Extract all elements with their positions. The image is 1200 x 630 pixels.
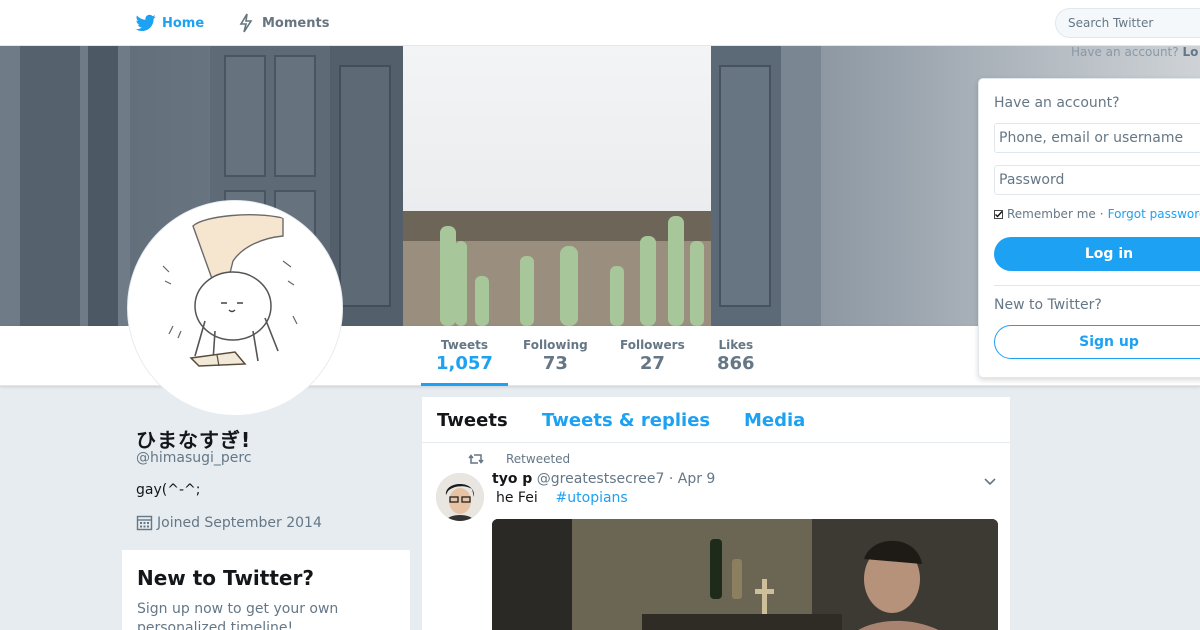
remember-separator: · (1099, 207, 1104, 221)
stat-tweets-label: Tweets (440, 338, 489, 352)
tweet-text: he Fei #utopians (496, 490, 628, 506)
nav-home[interactable]: Home (136, 12, 204, 34)
login-divider (994, 285, 1200, 286)
tweet-hashtag[interactable]: #utopians (556, 490, 628, 506)
password-field[interactable]: Password (994, 165, 1200, 195)
profile-name: ひまなすぎ! (136, 428, 252, 452)
profile-avatar[interactable] (128, 201, 342, 415)
stat-followers[interactable]: Followers 27 (620, 338, 685, 374)
username-field[interactable]: Phone, email or username (994, 123, 1200, 153)
tab-tweets-replies[interactable]: Tweets & replies (542, 410, 710, 431)
profile-joined: Joined September 2014 (136, 514, 322, 531)
profile-bio: gay(^-^; (136, 482, 201, 498)
stat-following-label: Following (523, 338, 588, 352)
remember-label[interactable]: Remember me (1007, 207, 1096, 221)
stat-tweets[interactable]: Tweets 1,057 (436, 338, 493, 374)
tweet-author-handle[interactable]: @greatestsecree7 (537, 471, 665, 487)
have-account-link[interactable]: Have an account? Lo (1071, 45, 1198, 59)
new-to-twitter-prompt: New to Twitter? (994, 297, 1102, 313)
signup-promo-text: Sign up now to get your own personalized… (137, 601, 339, 630)
tab-media[interactable]: Media (744, 410, 805, 431)
nav-moments-label: Moments (262, 15, 330, 31)
signup-button[interactable]: Sign up (994, 325, 1200, 359)
timeline-tabs: Tweets Tweets & replies Media (422, 397, 1010, 443)
forgot-password-link[interactable]: Forgot password? (1108, 207, 1200, 221)
login-dropdown: Have an account? Phone, email or usernam… (978, 78, 1200, 378)
login-button[interactable]: Log in (994, 237, 1200, 271)
active-tab-indicator (421, 383, 508, 386)
remember-checkbox[interactable] (994, 209, 1003, 219)
signup-promo-title: New to Twitter? (137, 566, 314, 590)
profile-handle[interactable]: @himasugi_perc (136, 450, 252, 466)
twitter-bird-icon (136, 13, 156, 33)
chevron-down-icon[interactable] (982, 473, 998, 489)
top-navigation-bar: Home Moments Search Twitter (0, 0, 1200, 46)
stat-likes[interactable]: Likes 866 (717, 338, 755, 374)
tweet-header: tyo p @greatestsecree7 · Apr 9 (492, 471, 715, 487)
retweet-context: Retweeted (468, 451, 570, 467)
tweet-author-avatar[interactable] (436, 473, 484, 521)
timeline: Tweets Tweets & replies Media Retweeted … (422, 397, 1010, 630)
lightning-icon (236, 13, 256, 33)
signup-promo-card: New to Twitter? Sign up now to get your … (122, 550, 410, 630)
stat-likes-value: 866 (717, 353, 755, 374)
tweet-body: he Fei (496, 490, 538, 506)
login-link-text[interactable]: Lo (1182, 45, 1198, 59)
retweeted-label: Retweeted (506, 452, 571, 466)
stat-followers-value: 27 (639, 353, 665, 374)
login-heading: Have an account? (994, 95, 1120, 111)
have-account-text: Have an account? (1071, 45, 1179, 59)
stat-following-value: 73 (542, 353, 568, 374)
tweet-author-name[interactable]: tyo p (492, 471, 532, 487)
stat-tweets-value: 1,057 (436, 353, 493, 374)
stat-following[interactable]: Following 73 (523, 338, 588, 374)
tweet-date[interactable]: · Apr 9 (669, 471, 715, 487)
tab-tweets[interactable]: Tweets (437, 410, 508, 431)
stat-likes-label: Likes (718, 338, 754, 352)
stat-followers-label: Followers (620, 338, 685, 352)
search-input[interactable]: Search Twitter (1055, 8, 1200, 38)
nav-moments[interactable]: Moments (236, 12, 329, 34)
profile-joined-text: Joined September 2014 (157, 514, 322, 531)
calendar-icon (136, 514, 153, 531)
remember-row: Remember me · Forgot password? (994, 207, 1200, 221)
tweet-media[interactable] (492, 519, 998, 630)
nav-home-label: Home (162, 15, 205, 31)
retweet-icon (468, 451, 484, 467)
